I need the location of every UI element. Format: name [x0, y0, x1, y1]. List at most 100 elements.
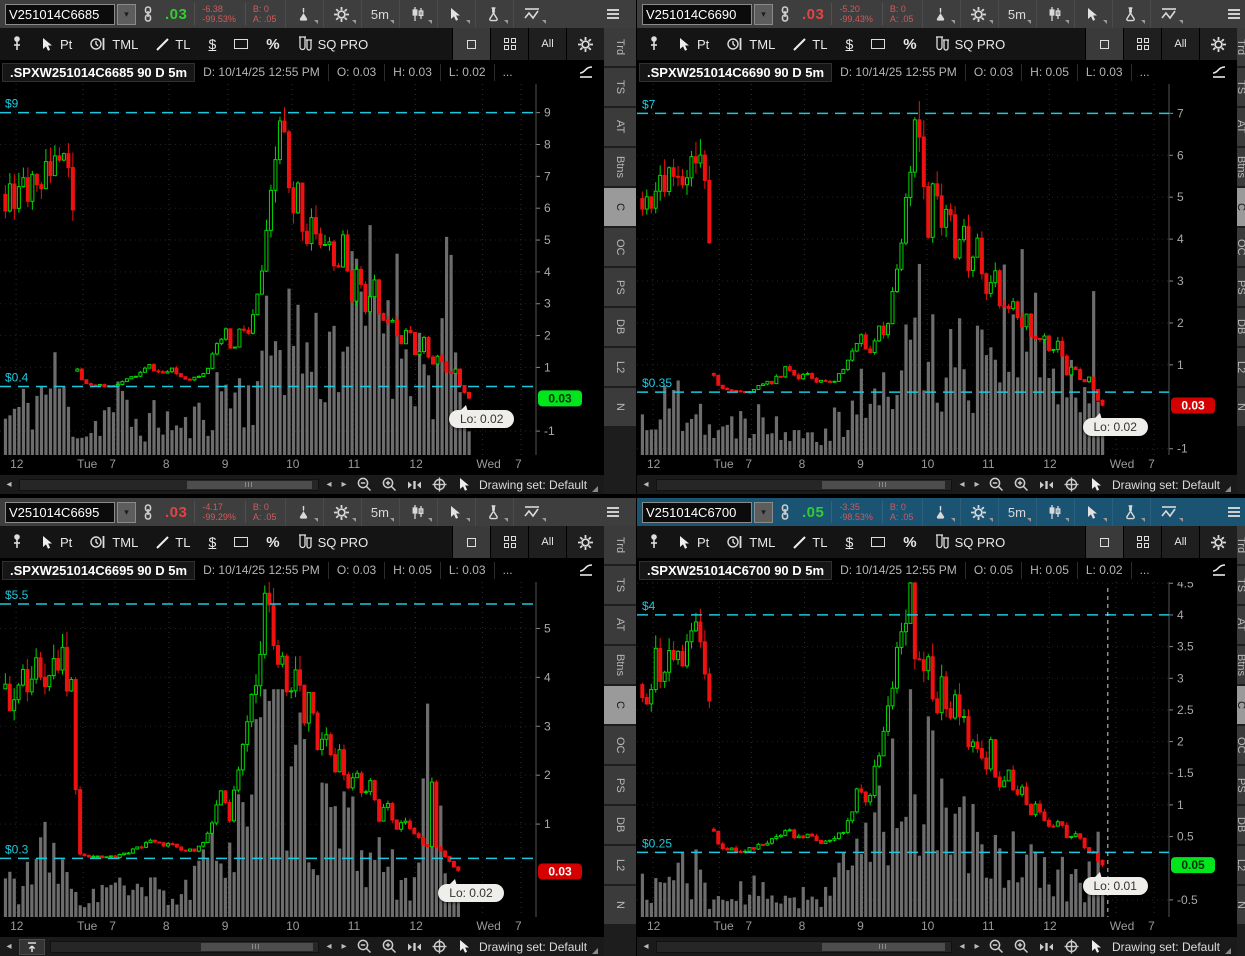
toolbar-settings-button[interactable]	[566, 28, 604, 60]
zoom-in-button[interactable]	[1012, 475, 1032, 495]
studies-flask-button[interactable]	[922, 498, 958, 526]
studies-flask-button[interactable]	[285, 498, 321, 526]
side-tab-trd[interactable]: Trd	[604, 526, 636, 564]
pointer-button[interactable]	[454, 475, 474, 495]
price-chart[interactable]: -0.50.511.522.533.544.5$4$0.250.05	[637, 582, 1237, 917]
fit-width-button[interactable]	[404, 475, 424, 495]
panel-menu-button[interactable]	[595, 498, 631, 526]
link-icon[interactable]	[775, 0, 795, 28]
drawing-set-label[interactable]: Drawing set: Default	[1112, 940, 1220, 954]
scrollbar-thumb[interactable]	[201, 943, 313, 951]
patterns-button[interactable]	[513, 498, 549, 526]
ohlc-more[interactable]: ...	[1132, 64, 1158, 81]
sq-pro-button[interactable]: SQ PRO	[289, 28, 378, 60]
side-tab-l2[interactable]: L2	[604, 348, 636, 386]
zoom-in-button[interactable]	[379, 937, 399, 956]
symbol-input[interactable]: V251014C6700	[642, 502, 752, 523]
all-panels-button[interactable]: All	[1161, 28, 1199, 60]
side-tab-ts[interactable]: TS	[604, 566, 636, 604]
side-tab-trd[interactable]: Trd	[604, 28, 636, 66]
side-tab-n[interactable]: N	[1237, 388, 1245, 426]
side-tab-ps[interactable]: PS	[604, 766, 636, 804]
scroll-left-button[interactable]: ◂	[641, 479, 651, 490]
symbol-dropdown-button[interactable]: ▾	[117, 4, 136, 25]
chart-style-button[interactable]	[1036, 498, 1072, 526]
fit-width-button[interactable]	[404, 937, 424, 956]
pointer-button[interactable]	[1087, 937, 1107, 956]
pointer-tool-button[interactable]: Pt	[32, 526, 81, 558]
pin-button[interactable]	[2, 526, 32, 558]
scroll-left-button[interactable]: ◂	[4, 941, 14, 952]
all-panels-button[interactable]: All	[528, 28, 566, 60]
chart-area[interactable]: -11234567$7$0.350.03 Lo: 0.02	[637, 84, 1237, 455]
pointer-tool-button[interactable]: Pt	[669, 28, 718, 60]
scroll-left-button[interactable]: ◂	[4, 479, 14, 490]
side-tab-ps[interactable]: PS	[604, 268, 636, 306]
link-icon[interactable]	[775, 498, 795, 526]
zoom-out-button[interactable]	[987, 937, 1007, 956]
panel-menu-button[interactable]	[1216, 498, 1245, 526]
side-tab-at[interactable]: AT	[604, 606, 636, 644]
side-tab-ts[interactable]: TS	[1237, 566, 1245, 604]
symbol-dropdown-button[interactable]: ▾	[117, 502, 136, 523]
pointer-button[interactable]	[454, 937, 474, 956]
symbol-dropdown-button[interactable]: ▾	[754, 502, 773, 523]
pan-right-button[interactable]: ▸	[339, 479, 349, 490]
timeframe-button[interactable]: 5m	[361, 498, 397, 526]
side-tab-ps[interactable]: PS	[1237, 766, 1245, 804]
side-tab-c[interactable]: C	[1237, 686, 1245, 724]
chart-style-button[interactable]	[399, 498, 435, 526]
drawing-set-label[interactable]: Drawing set: Default	[479, 478, 587, 492]
percent-tool-button[interactable]: %	[894, 526, 925, 558]
crosshair-button[interactable]	[1062, 937, 1082, 956]
chart-scrollbar[interactable]	[50, 941, 319, 953]
rectangle-tool-button[interactable]	[225, 28, 257, 60]
drawing-set-label[interactable]: Drawing set: Default	[479, 940, 587, 954]
percent-tool-button[interactable]: %	[257, 28, 288, 60]
zoom-in-button[interactable]	[1012, 937, 1032, 956]
chart-settings-gear-button[interactable]	[960, 498, 996, 526]
scroll-left-button[interactable]: ◂	[641, 941, 651, 952]
timeframe-button[interactable]: 5m	[998, 0, 1034, 28]
side-tab-btns[interactable]: Btns	[1237, 148, 1245, 186]
price-chart[interactable]: -11234567$7$0.350.03	[637, 84, 1237, 455]
single-chart-button[interactable]	[1085, 28, 1123, 60]
pin-button[interactable]	[639, 28, 669, 60]
cursor-tool-button[interactable]	[1074, 0, 1110, 28]
cursor-tool-button[interactable]	[437, 498, 473, 526]
chart-mode-icon[interactable]	[1211, 65, 1229, 79]
chart-area[interactable]: 12345$5.5$0.30.03 Lo: 0.02	[0, 582, 604, 917]
trendline-button[interactable]: TL	[147, 28, 199, 60]
tml-button[interactable]: TML	[718, 28, 784, 60]
sq-pro-button[interactable]: SQ PRO	[926, 526, 1015, 558]
expand-chart-button[interactable]	[19, 939, 45, 955]
pan-left-button[interactable]: ◂	[957, 479, 967, 490]
side-tab-db[interactable]: DB	[604, 308, 636, 346]
side-tab-oc[interactable]: OC	[1237, 228, 1245, 266]
side-tab-n[interactable]: N	[604, 886, 636, 924]
grid-layout-button[interactable]	[490, 28, 528, 60]
scrollbar-thumb[interactable]	[822, 943, 945, 951]
cursor-tool-button[interactable]	[1074, 498, 1110, 526]
chart-style-button[interactable]	[399, 0, 435, 28]
chart-style-button[interactable]	[1036, 0, 1072, 28]
crosshair-button[interactable]	[429, 475, 449, 495]
zoom-out-button[interactable]	[354, 475, 374, 495]
rectangle-tool-button[interactable]	[225, 526, 257, 558]
pan-right-button[interactable]: ▸	[972, 479, 982, 490]
fit-width-button[interactable]	[1037, 475, 1057, 495]
strategies-flask-button[interactable]	[475, 0, 511, 28]
pointer-button[interactable]	[1087, 475, 1107, 495]
single-chart-button[interactable]	[452, 28, 490, 60]
studies-flask-button[interactable]	[922, 0, 958, 28]
pan-left-button[interactable]: ◂	[324, 479, 334, 490]
side-tab-l2[interactable]: L2	[1237, 846, 1245, 884]
all-panels-button[interactable]: All	[1161, 526, 1199, 558]
side-tab-ts[interactable]: TS	[1237, 68, 1245, 106]
price-chart[interactable]: -1123456789$9$0.40.03	[0, 84, 604, 455]
toolbar-settings-button[interactable]	[1199, 526, 1237, 558]
strategies-flask-button[interactable]	[1112, 0, 1148, 28]
pointer-tool-button[interactable]: Pt	[669, 526, 718, 558]
studies-flask-button[interactable]	[285, 0, 321, 28]
symbol-input[interactable]: V251014C6690	[642, 4, 752, 25]
